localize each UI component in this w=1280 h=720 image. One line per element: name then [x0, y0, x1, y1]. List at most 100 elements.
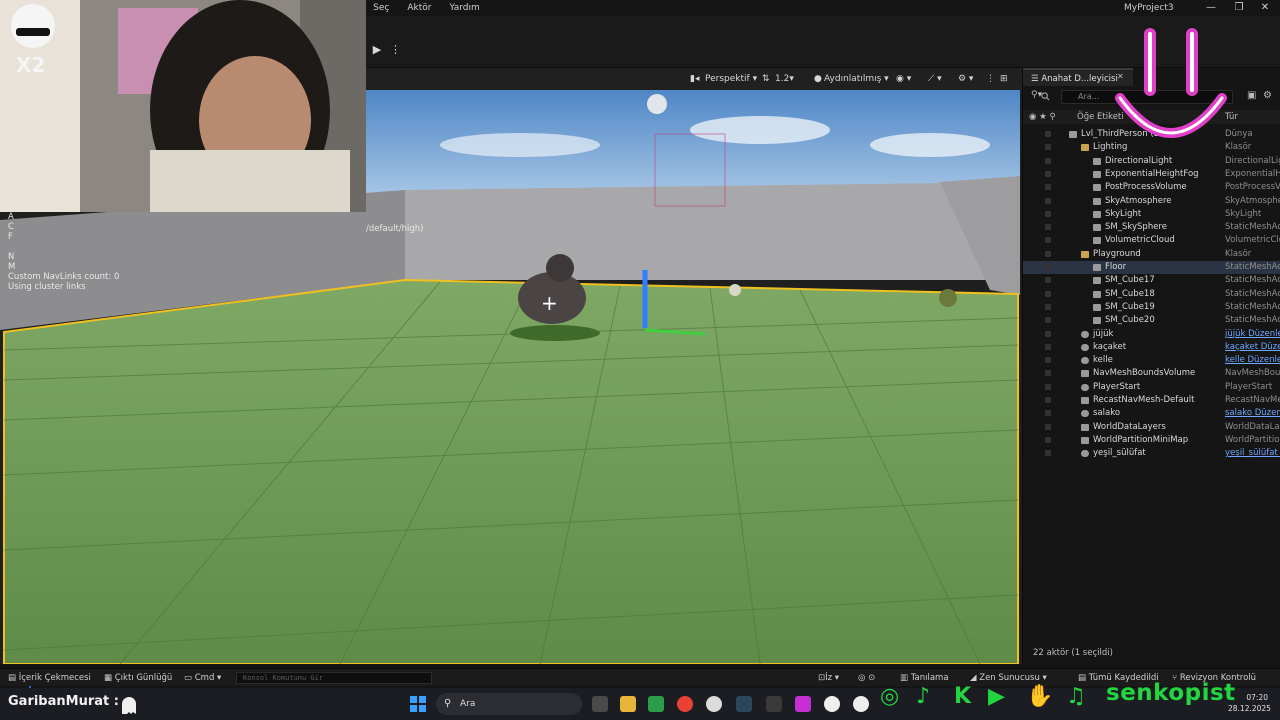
- npc-actor[interactable]: [939, 289, 957, 307]
- settings-gear-icon[interactable]: ⚙: [1263, 90, 1272, 101]
- taskbar-search[interactable]: ⚲ Ara: [436, 693, 582, 715]
- console-command-input[interactable]: Konsol Komutunu Gir: [236, 672, 432, 684]
- visibility-toggle-icon[interactable]: [1045, 170, 1051, 177]
- more-options-icon[interactable]: ⋮: [390, 42, 401, 58]
- outliner-row[interactable]: WorldPartitionMiniMap WorldPartitionMiniM…: [1023, 434, 1280, 447]
- outliner-row-type: SkyAtmosphere: [1225, 195, 1280, 206]
- debug-stats-line: F: [8, 232, 13, 242]
- outliner-row[interactable]: salako salako Düzenle: [1023, 407, 1280, 420]
- visibility-toggle-icon[interactable]: [1045, 264, 1051, 270]
- lighting-dropdown[interactable]: Aydınlatılmış ▾: [824, 71, 889, 87]
- derived-data-icon[interactable]: ◎ ⊙: [858, 669, 875, 687]
- minimize-button[interactable]: —: [1196, 0, 1226, 16]
- close-button[interactable]: ✕: [1250, 0, 1280, 16]
- visibility-toggle-icon[interactable]: [1045, 397, 1051, 403]
- outliner-row[interactable]: PostProcessVolume PostProcessVolume: [1023, 181, 1280, 194]
- visibility-toggle-icon[interactable]: [1045, 197, 1051, 204]
- edit-blueprint-link[interactable]: jüjük Düzenle: [1225, 328, 1280, 341]
- visibility-toggle-icon[interactable]: [1045, 144, 1051, 151]
- outliner-row[interactable]: SM_Cube17 StaticMeshActor: [1023, 274, 1280, 287]
- light-bulb-icon[interactable]: [647, 94, 667, 114]
- visibility-toggle-icon[interactable]: [1045, 290, 1051, 297]
- edit-blueprint-link[interactable]: yeşil_sülüfat Düzenle: [1225, 447, 1280, 460]
- visibility-toggle-icon[interactable]: [1045, 330, 1051, 337]
- visibility-toggle-icon[interactable]: [1045, 317, 1051, 324]
- menu-item[interactable]: Aktör: [407, 0, 431, 16]
- bell-icon: ♫: [1066, 684, 1086, 709]
- outliner-row[interactable]: kelle kelle Düzenle: [1023, 354, 1280, 367]
- epic-games-icon[interactable]: [766, 696, 782, 712]
- play-icon[interactable]: ▶: [368, 42, 386, 58]
- npc-actor[interactable]: [729, 284, 741, 296]
- outliner-row-label: kelle: [1093, 355, 1113, 366]
- add-folder-icon[interactable]: ▣: [1247, 90, 1256, 101]
- outliner-row[interactable]: SM_Cube19 StaticMeshActor: [1023, 301, 1280, 314]
- lighting-icon: ●: [814, 74, 822, 84]
- visibility-toggle-icon[interactable]: [1045, 237, 1051, 244]
- visibility-toggle-icon[interactable]: [1045, 250, 1051, 257]
- outliner-row[interactable]: RecastNavMesh-Default RecastNavMesh: [1023, 394, 1280, 407]
- outliner-row[interactable]: jüjük jüjük Düzenle: [1023, 328, 1280, 341]
- visibility-toggle-icon[interactable]: [1045, 383, 1051, 390]
- fov-dropdown[interactable]: 1.2▾: [775, 71, 794, 87]
- outliner-row[interactable]: ExponentialHeightFog ExponentialHeightFog: [1023, 168, 1280, 181]
- chrome-icon[interactable]: [677, 696, 693, 712]
- unreal-icon[interactable]: [824, 696, 840, 712]
- app-icon[interactable]: [795, 696, 811, 712]
- visibility-toggle-icon[interactable]: [1045, 224, 1051, 231]
- outliner-row-label: VolumetricCloud: [1105, 235, 1175, 246]
- edit-blueprint-link[interactable]: kelle Düzenle: [1225, 354, 1280, 367]
- unreal-icon[interactable]: [853, 696, 869, 712]
- diagnostics-label: Tanılama: [910, 673, 949, 683]
- visibility-toggle-icon[interactable]: [1045, 343, 1051, 350]
- outliner-row[interactable]: DirectionalLight DirectionalLight: [1023, 155, 1280, 168]
- visibility-toggle-icon[interactable]: [1045, 303, 1051, 310]
- outliner-row[interactable]: SM_Cube20 StaticMeshActor: [1023, 314, 1280, 327]
- edit-blueprint-link[interactable]: salako Düzenle: [1225, 407, 1280, 420]
- outliner-row[interactable]: SkyAtmosphere SkyAtmosphere: [1023, 195, 1280, 208]
- visibility-toggle-icon[interactable]: [1045, 450, 1051, 457]
- outliner-row[interactable]: yeşil_sülüfat yeşil_sülüfat Düzenle: [1023, 447, 1280, 460]
- show-eye-icon[interactable]: ◉ ▾: [896, 71, 911, 87]
- visibility-toggle-icon[interactable]: [1045, 370, 1051, 377]
- output-log-button[interactable]: ▦ Çıktı Günlüğü: [104, 669, 172, 687]
- folder-icon: [1081, 250, 1089, 258]
- perspective-dropdown[interactable]: Perspektif ▾: [705, 71, 757, 87]
- menu-item[interactable]: Yardım: [449, 0, 479, 16]
- trace-dropdown[interactable]: ⊡İz ▾: [818, 669, 839, 687]
- outliner-row[interactable]: kaçaket kaçaket Düzenle: [1023, 341, 1280, 354]
- visibility-toggle-icon[interactable]: [1045, 210, 1051, 217]
- outliner-row[interactable]: SkyLight SkyLight: [1023, 208, 1280, 221]
- visibility-toggle-icon[interactable]: [1045, 131, 1051, 137]
- cmd-dropdown[interactable]: ▭ Cmd ▾: [184, 669, 221, 687]
- file-explorer-icon[interactable]: [620, 696, 636, 712]
- visibility-toggle-icon[interactable]: [1045, 436, 1051, 443]
- outliner-row[interactable]: Playground Klasör: [1023, 248, 1280, 261]
- outliner-row[interactable]: NavMeshBoundsVolume NavMeshBoundsVolume: [1023, 367, 1280, 380]
- settings-gear-icon[interactable]: ⚙ ▾: [958, 71, 973, 87]
- github-icon[interactable]: [706, 696, 722, 712]
- task-view-icon[interactable]: [592, 696, 608, 712]
- outliner-row[interactable]: VolumetricCloud VolumetricCloud: [1023, 234, 1280, 247]
- layout-grid-icon[interactable]: ⊞: [1000, 71, 1008, 87]
- outliner-row[interactable]: SM_SkySphere StaticMeshActor: [1023, 221, 1280, 234]
- visibility-toggle-icon[interactable]: [1045, 423, 1051, 430]
- visibility-toggle-icon[interactable]: [1045, 157, 1051, 164]
- visibility-toggle-icon[interactable]: [1045, 184, 1051, 191]
- viewport-options-icon[interactable]: ⋮: [986, 71, 995, 87]
- store-icon[interactable]: [648, 696, 664, 712]
- windows-start-icon[interactable]: [410, 696, 426, 712]
- outliner-row[interactable]: Floor StaticMeshActor: [1023, 261, 1280, 275]
- steam-icon[interactable]: [736, 696, 752, 712]
- content-drawer-button[interactable]: ▤ İçerik Çekmecesi: [8, 669, 91, 687]
- outliner-row[interactable]: SM_Cube18 StaticMeshActor: [1023, 288, 1280, 301]
- pawn-icon: [1081, 330, 1089, 338]
- edit-blueprint-link[interactable]: kaçaket Düzenle: [1225, 341, 1280, 354]
- visibility-toggle-icon[interactable]: [1045, 277, 1051, 284]
- visibility-toggle-icon[interactable]: [1045, 357, 1051, 364]
- visibility-toggle-icon[interactable]: [1045, 410, 1051, 417]
- transform-icon[interactable]: ⟋ ▾: [928, 71, 942, 87]
- outliner-row[interactable]: PlayerStart PlayerStart: [1023, 381, 1280, 394]
- menu-item[interactable]: Seç: [373, 0, 389, 16]
- outliner-row[interactable]: WorldDataLayers WorldDataLayers: [1023, 421, 1280, 434]
